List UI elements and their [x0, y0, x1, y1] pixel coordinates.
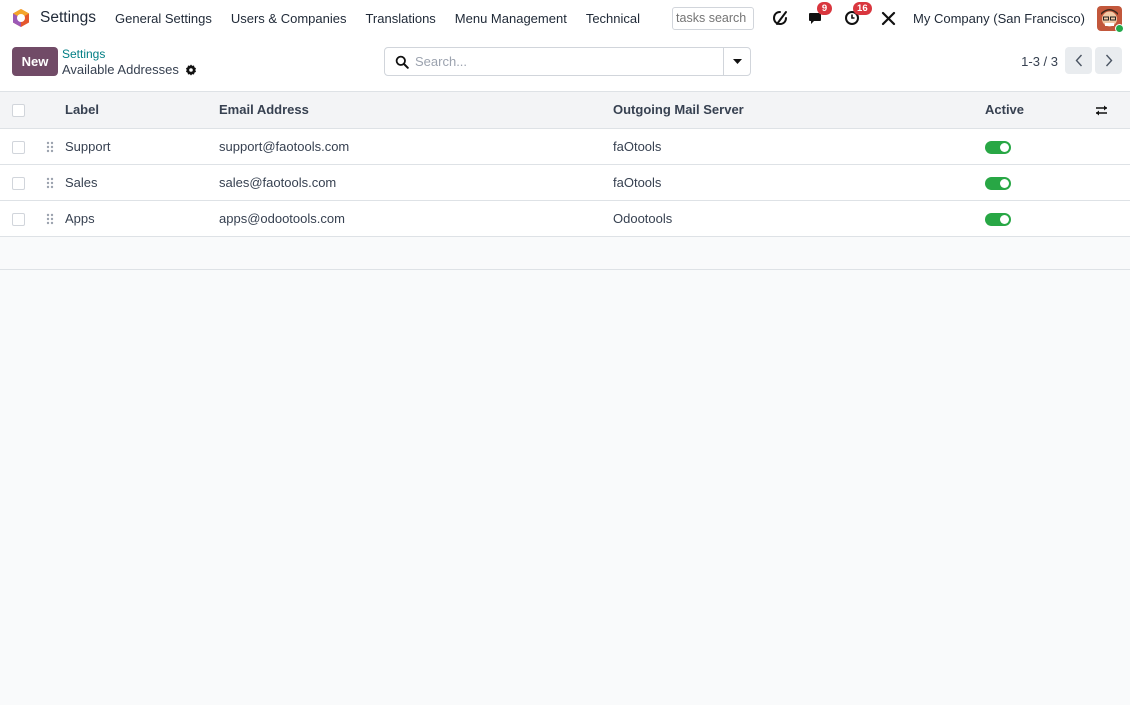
column-header-server[interactable]: Outgoing Mail Server [613, 92, 985, 128]
column-header-active[interactable]: Active [985, 92, 1095, 128]
bug-icon [773, 11, 788, 26]
main-menu: General Settings Users & Companies Trans… [115, 11, 659, 26]
debug-icon[interactable] [770, 8, 790, 28]
pager-previous-button[interactable] [1065, 47, 1092, 74]
search-input[interactable] [415, 49, 715, 74]
menu-menu-management[interactable]: Menu Management [455, 11, 567, 26]
user-avatar[interactable] [1097, 5, 1124, 33]
table-header-row: Label Email Address Outgoing Mail Server… [0, 92, 1130, 128]
search-icon [395, 55, 409, 69]
cell-label: Support [65, 138, 111, 154]
addresses-table: Label Email Address Outgoing Mail Server… [0, 92, 1130, 237]
column-header-email[interactable]: Email Address [219, 92, 613, 128]
optional-columns-icon[interactable] [1095, 104, 1108, 117]
company-switcher[interactable]: My Company (San Francisco) [913, 11, 1085, 26]
chevron-right-icon [1105, 54, 1112, 67]
cell-server: faOtools [613, 138, 662, 154]
cell-email: sales@faotools.com [219, 174, 337, 190]
drag-handle-icon[interactable] [45, 141, 55, 153]
menu-general-settings[interactable]: General Settings [115, 11, 212, 26]
cell-label: Apps [65, 210, 95, 226]
chevron-left-icon [1075, 54, 1082, 67]
navbar-systray: 9 16 My Company (San Francisco) [672, 0, 1130, 36]
active-toggle[interactable] [985, 212, 1011, 226]
drag-handle-icon[interactable] [45, 213, 55, 225]
drag-handle-icon[interactable] [45, 177, 55, 189]
pager-next-button[interactable] [1095, 47, 1122, 74]
messages-button[interactable]: 9 [806, 2, 833, 28]
table-footer [0, 236, 1130, 270]
odoo-logo-icon [13, 9, 29, 27]
menu-users-companies[interactable]: Users & Companies [231, 11, 347, 26]
tools-icon [881, 11, 895, 25]
page-title: Available Addresses [62, 62, 179, 77]
menu-technical[interactable]: Technical [586, 11, 640, 26]
breadcrumb-current: Available Addresses [62, 62, 197, 77]
top-navbar: Settings General Settings Users & Compan… [0, 0, 1130, 36]
search-options-toggle[interactable] [723, 48, 750, 75]
list-view: Label Email Address Outgoing Mail Server… [0, 92, 1130, 270]
online-status-dot [1115, 23, 1124, 33]
app-title: Settings [40, 9, 97, 26]
search-bar [384, 47, 751, 76]
breadcrumb-settings-link[interactable]: Settings [62, 47, 105, 61]
messages-badge: 9 [817, 2, 833, 15]
cell-email: apps@odootools.com [219, 210, 345, 226]
activities-badge: 16 [853, 2, 872, 15]
new-button[interactable]: New [12, 47, 58, 76]
cell-label: Sales [65, 174, 98, 190]
row-checkbox[interactable] [12, 176, 25, 190]
app-brand[interactable]: Settings [11, 8, 96, 28]
control-panel: New Settings Available Addresses 1-3 / 3 [0, 36, 1130, 92]
active-toggle[interactable] [985, 140, 1011, 154]
row-checkbox[interactable] [12, 140, 25, 154]
active-toggle[interactable] [985, 176, 1011, 190]
cell-email: support@faotools.com [219, 138, 350, 154]
select-all-checkbox[interactable] [12, 104, 25, 118]
table-row[interactable]: Sales sales@faotools.com faOtools [0, 164, 1130, 200]
caret-down-icon [732, 58, 742, 64]
tasks-search-input[interactable] [672, 6, 755, 30]
cell-server: Odootools [613, 210, 673, 226]
row-checkbox[interactable] [12, 212, 25, 226]
menu-translations[interactable]: Translations [365, 11, 435, 26]
tools-button[interactable] [878, 8, 898, 28]
table-row[interactable]: Support support@faotools.com faOtools [0, 128, 1130, 164]
table-row[interactable]: Apps apps@odootools.com Odootools [0, 200, 1130, 236]
pager-value[interactable]: 1-3 / 3 [1021, 54, 1058, 69]
cell-server: faOtools [613, 174, 662, 190]
activities-button[interactable]: 16 [842, 2, 872, 28]
gear-icon[interactable] [185, 64, 197, 76]
column-header-label[interactable]: Label [65, 92, 219, 128]
